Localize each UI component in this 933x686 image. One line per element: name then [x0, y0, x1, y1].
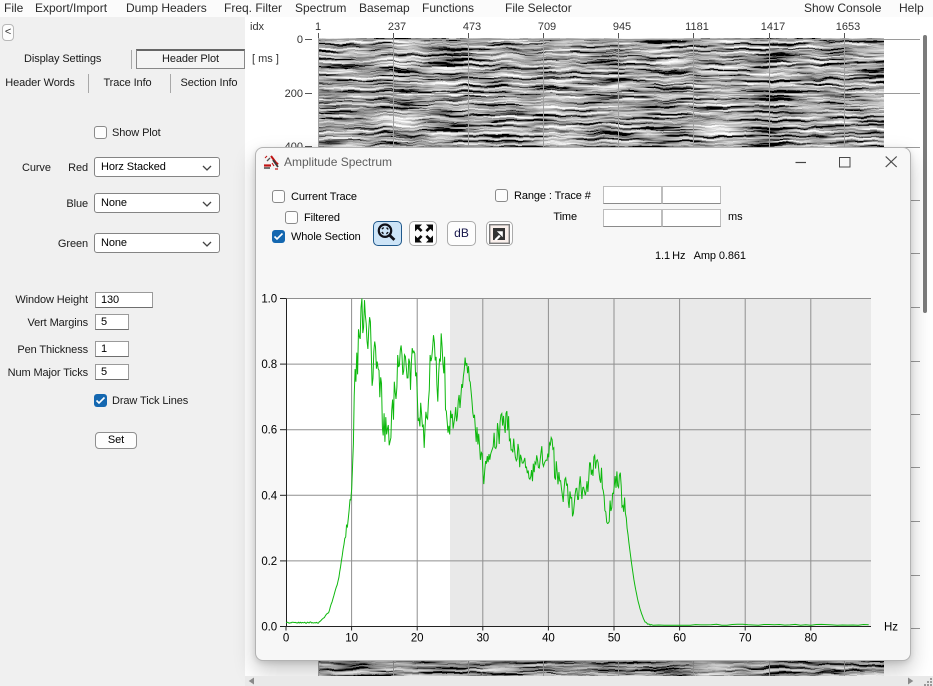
svg-text:80: 80	[805, 633, 818, 645]
svg-text:0.0: 0.0	[261, 622, 277, 634]
svg-text:0.4: 0.4	[261, 490, 277, 502]
svg-text:60: 60	[673, 633, 686, 645]
svg-text:1.0: 1.0	[261, 294, 277, 306]
svg-text:30: 30	[477, 633, 490, 645]
svg-text:0.8: 0.8	[261, 359, 277, 371]
svg-text:10: 10	[345, 633, 358, 645]
svg-text:70: 70	[739, 633, 752, 645]
svg-text:Hz: Hz	[884, 622, 898, 634]
svg-text:20: 20	[411, 633, 424, 645]
svg-text:40: 40	[542, 633, 555, 645]
svg-text:50: 50	[608, 633, 621, 645]
svg-text:0.6: 0.6	[261, 425, 277, 437]
svg-text:0: 0	[283, 633, 289, 645]
svg-text:0.2: 0.2	[261, 556, 277, 568]
